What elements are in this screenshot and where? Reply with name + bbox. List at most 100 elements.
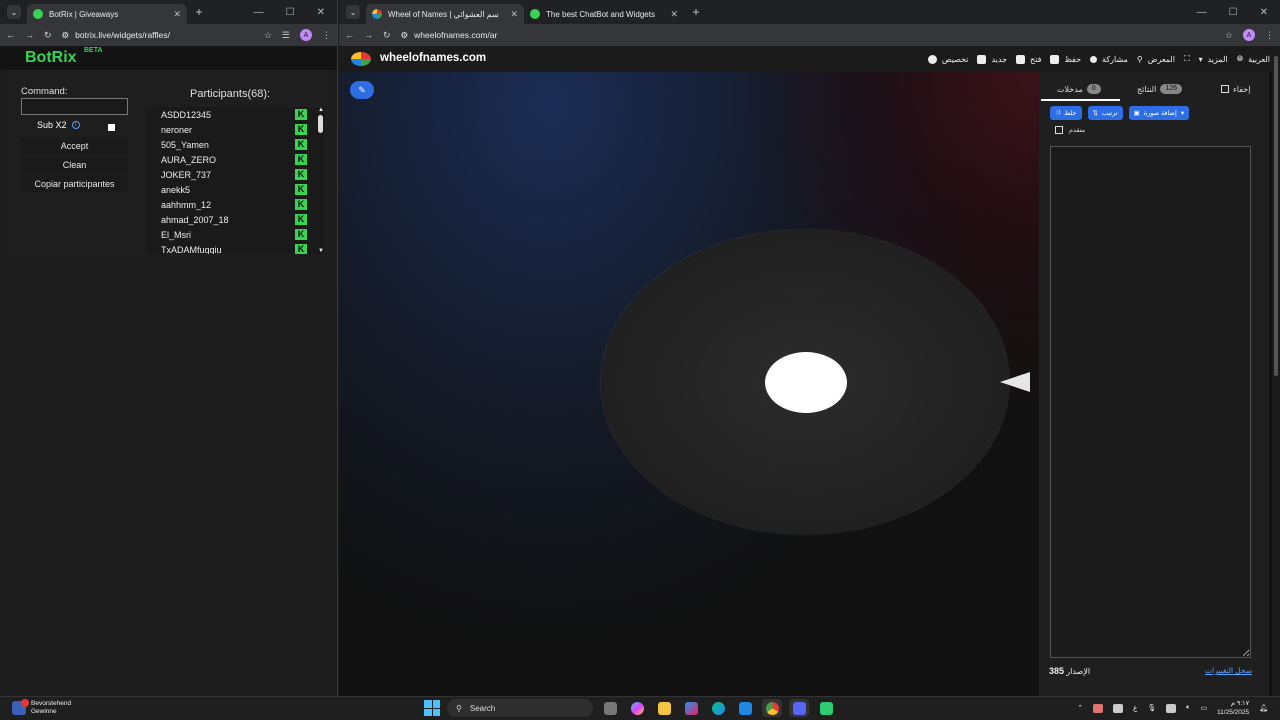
tab-botrix[interactable]: BotRix | Giveaways ✕	[27, 4, 187, 24]
tray-app-icon[interactable]	[1093, 703, 1104, 713]
tab-wheel-of-names[interactable]: Wheel of Names | اسم العشوائي ✕	[366, 4, 524, 24]
minimize-icon[interactable]: —	[254, 7, 264, 18]
copilot-icon[interactable]	[627, 699, 647, 717]
cloud-icon[interactable]	[1113, 703, 1124, 713]
reload-icon[interactable]: ↻	[383, 30, 391, 41]
widget-notification[interactable]: Bevorstehend Gewinne	[12, 699, 71, 716]
new-tab-icon[interactable]: +	[688, 5, 704, 19]
clean-button[interactable]: Clean	[21, 157, 128, 173]
close-tab-icon[interactable]: ✕	[173, 9, 181, 20]
command-input[interactable]	[21, 98, 128, 115]
menu-gallery[interactable]: ⚲ المعرض	[1137, 55, 1175, 64]
wheel-center-hub[interactable]	[765, 352, 847, 413]
menu-language[interactable]: 🌐︎ العربية	[1237, 54, 1270, 64]
tab-botrix-chatbot[interactable]: The best ChatBot and Widgets ✕	[524, 4, 684, 24]
minimize-icon[interactable]: —	[1197, 7, 1207, 18]
close-window-icon[interactable]: ✕	[1260, 7, 1268, 18]
site-info-icon[interactable]: ⚙	[401, 30, 409, 41]
info-icon[interactable]: i	[71, 121, 80, 129]
back-icon[interactable]: ←	[6, 30, 15, 40]
microphone-icon[interactable]: 🎙︎	[1147, 704, 1156, 712]
browser-menu-icon[interactable]: ⋮	[322, 30, 331, 41]
entries-sidebar: مدخلات 0 النتائج 126 إخفاء ⤨ خلط ⇅ ترتيب ▣…	[1039, 72, 1269, 696]
profile-avatar[interactable]: A	[1243, 29, 1255, 41]
close-tab-icon[interactable]: ✕	[510, 9, 518, 20]
mail-icon[interactable]	[735, 699, 755, 717]
bookmark-star-icon[interactable]: ☆	[264, 30, 272, 41]
sub-x2-checkbox[interactable]	[108, 124, 115, 131]
url-field[interactable]: ⚙ wheelofnames.com/ar	[401, 26, 1215, 44]
file-explorer-icon[interactable]	[654, 699, 674, 717]
task-view-icon[interactable]	[600, 699, 620, 717]
search-icon: ⚲	[1136, 54, 1143, 64]
menu-new[interactable]: جديد	[977, 54, 1007, 64]
taskbar-search[interactable]: ⚲ Search	[447, 699, 593, 717]
tab-search-chevron-icon[interactable]: ⌄	[346, 5, 360, 19]
menu-customize[interactable]: تخصيص	[927, 54, 968, 64]
bookmark-star-icon[interactable]: ☆	[1225, 30, 1233, 41]
sort-button[interactable]: ⇅ ترتيب	[1087, 106, 1123, 120]
speaker-icon[interactable]: 🔈︎	[1186, 704, 1190, 712]
sub-x2-option: Sub X2 i	[37, 120, 80, 130]
changelog-link[interactable]: سجل التغييرات	[1205, 666, 1252, 676]
tab-entries[interactable]: مدخلات 0	[1057, 80, 1101, 98]
participants-list[interactable]: ASDD12345 K neroner K 505_Yamen K AURA_ZERO…	[146, 107, 317, 254]
start-windows-icon[interactable]	[424, 700, 440, 716]
chevron-up-icon[interactable]: ⌃	[1077, 704, 1083, 712]
app-green-icon[interactable]	[816, 699, 836, 717]
copy-participants-button[interactable]: Copiar participantes	[21, 176, 128, 192]
menu-open[interactable]: فتح	[1016, 54, 1041, 64]
site-info-icon[interactable]: ⚙	[62, 30, 70, 41]
accept-button[interactable]: Accept	[21, 138, 128, 154]
edit-pencil-button[interactable]: ✎	[350, 81, 374, 99]
new-tab-icon[interactable]: +	[191, 5, 207, 19]
menu-more[interactable]: ▾ المزيد	[1199, 55, 1228, 64]
tab-results[interactable]: النتائج 126	[1137, 80, 1183, 98]
discord-icon[interactable]	[789, 699, 809, 717]
shuffle-button[interactable]: ⤨ خلط	[1050, 106, 1082, 120]
maximize-icon[interactable]: ☐	[1229, 7, 1238, 18]
language-indicator[interactable]: ع	[1133, 704, 1137, 712]
advanced-checkbox[interactable]	[1055, 126, 1063, 134]
profile-avatar[interactable]: A	[300, 29, 312, 41]
site-title[interactable]: wheelofnames.com	[380, 52, 486, 64]
shuffle-label: خلط	[1064, 110, 1077, 117]
scroll-thumb[interactable]	[1274, 56, 1278, 376]
add-image-button[interactable]: ▣ إضافة صورة ▾	[1128, 106, 1190, 120]
tab-search-chevron-icon[interactable]: ⌄	[7, 5, 21, 19]
scroll-down-icon[interactable]: ▼	[317, 248, 325, 254]
page-scrollbar[interactable]	[1272, 46, 1280, 696]
browser-menu-icon[interactable]: ⋮	[1265, 30, 1274, 41]
fullscreen-button[interactable]: ⛶	[1184, 54, 1190, 64]
forward-icon[interactable]: →	[25, 30, 34, 40]
window-controls: — ☐ ✕	[1197, 0, 1280, 24]
clock[interactable]: ٩:١٧ م 11/25/2025	[1217, 699, 1249, 717]
close-window-icon[interactable]: ✕	[317, 7, 325, 18]
participant-name: anekk5	[161, 184, 191, 195]
entries-textarea[interactable]	[1050, 146, 1251, 658]
kick-icon: K	[295, 169, 307, 180]
notifications-icon[interactable]: 🔔︎	[1259, 704, 1268, 712]
scroll-thumb[interactable]	[318, 115, 323, 133]
menu-share[interactable]: مشاركة	[1090, 55, 1128, 64]
scroll-up-icon[interactable]: ▲	[317, 107, 325, 113]
forward-icon[interactable]: →	[364, 30, 373, 40]
menu-save[interactable]: حفظ	[1050, 54, 1081, 64]
hide-toggle[interactable]: إخفاء	[1221, 80, 1250, 98]
maximize-icon[interactable]: ☐	[286, 7, 295, 18]
chrome-icon[interactable]	[762, 699, 782, 717]
back-icon[interactable]: ←	[345, 30, 354, 40]
photos-icon[interactable]	[681, 699, 701, 717]
participants-scrollbar[interactable]: ▲ ▼	[317, 107, 325, 254]
tab-title: Wheel of Names | اسم العشوائي	[388, 9, 498, 19]
display-icon[interactable]	[1166, 703, 1177, 713]
hide-checkbox[interactable]	[1221, 85, 1229, 93]
edge-icon[interactable]	[708, 699, 728, 717]
url-field[interactable]: ⚙ botrix.live/widgets/raffles/	[62, 26, 254, 44]
close-tab-icon[interactable]: ✕	[670, 9, 678, 20]
notification-dot	[21, 699, 29, 707]
cast-icon[interactable]: ☰	[282, 30, 290, 41]
battery-icon[interactable]: ▭	[1200, 704, 1207, 712]
reload-icon[interactable]: ↻	[44, 30, 52, 41]
notification-text: Bevorstehend Gewinne	[31, 700, 71, 716]
